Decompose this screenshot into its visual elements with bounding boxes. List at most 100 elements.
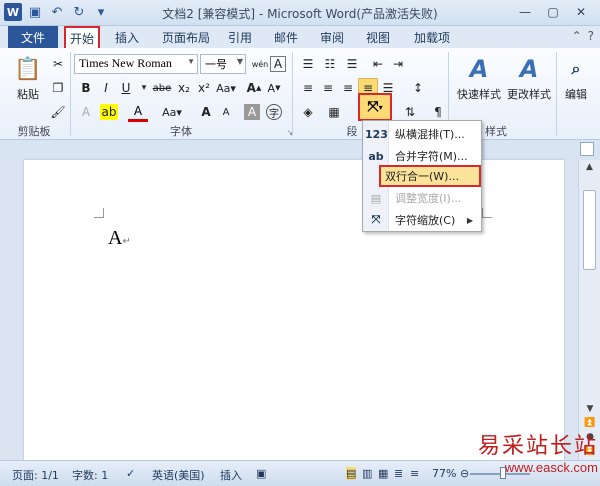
asian-layout-icon: ⤧ — [367, 99, 379, 115]
margin-corner-mark — [482, 208, 492, 218]
tab-home[interactable]: 开始 — [64, 26, 100, 48]
character-border-icon[interactable]: A — [270, 56, 286, 72]
copy-icon[interactable]: ❐ — [48, 78, 68, 98]
phonetic-guide-icon[interactable]: wén — [250, 54, 270, 74]
clipboard-icon: 📋 — [14, 56, 42, 82]
tab-insert[interactable]: 插入 — [108, 26, 146, 48]
scroll-up-icon[interactable]: ▲ — [580, 162, 600, 178]
strikethrough-icon[interactable]: abe — [150, 78, 174, 98]
insert-mode-indicator[interactable]: 插入 — [220, 467, 242, 483]
vertical-scrollbar[interactable]: ▲ ▼ ⏫ ● ⏬ — [578, 160, 600, 460]
enclose-characters-icon[interactable]: 字 — [266, 104, 282, 120]
site-watermark: 易采站长站 www.easck.com — [478, 428, 598, 475]
tab-view[interactable]: 视图 — [360, 26, 396, 48]
quick-styles-icon: A — [469, 55, 489, 83]
document-text[interactable]: A↵ — [108, 227, 131, 250]
print-layout-view-icon[interactable]: ▤ — [346, 467, 357, 480]
zoom-level[interactable]: 77% — [432, 467, 456, 480]
change-styles-button[interactable]: A 更改样式 — [504, 54, 554, 102]
decrease-indent-icon[interactable]: ⇤ — [368, 54, 388, 74]
menu-item-combine-characters[interactable]: ab 合并字符(M)... — [365, 145, 479, 167]
font-size-dropdown-icon[interactable]: Aa▾ — [160, 102, 184, 122]
grow-font-icon[interactable]: A ▲ — [244, 78, 264, 98]
outline-view-icon[interactable]: ≣ — [394, 467, 403, 480]
bold-icon[interactable]: B — [76, 78, 96, 98]
collapse-ribbon-icon[interactable]: ⌃ — [572, 29, 582, 43]
paragraph-group-label: 段 — [346, 125, 358, 138]
scroll-thumb[interactable] — [583, 190, 596, 270]
paste-button[interactable]: 📋 粘贴 — [10, 54, 46, 102]
change-styles-icon: A — [519, 55, 539, 83]
italic-icon[interactable]: I — [96, 78, 116, 98]
cut-icon[interactable]: ✂ — [48, 54, 68, 74]
paste-label: 粘贴 — [17, 88, 39, 101]
shrink-font-icon[interactable]: A ▼ — [264, 78, 284, 98]
font-name-select[interactable]: Times New Roman ▼ — [74, 54, 198, 74]
shrink-font-alt-icon[interactable]: A — [216, 102, 236, 122]
bullets-icon[interactable]: ☰ — [298, 54, 318, 74]
watermark-title: 易采站长站 — [477, 434, 598, 459]
highlight-color-icon[interactable]: ab — [100, 104, 118, 120]
underline-icon[interactable]: U — [116, 78, 136, 98]
subscript-icon[interactable]: x₂ — [174, 78, 194, 98]
menu-item-horizontal-in-vertical[interactable]: 123 纵横混排(T)... — [365, 123, 479, 145]
group-divider — [70, 52, 71, 136]
fit-text-icon: ▤ — [370, 191, 382, 205]
align-right-icon[interactable]: ≡ — [338, 78, 358, 98]
change-case-icon[interactable]: Aa▾ — [214, 78, 238, 98]
font-color-icon[interactable]: A — [128, 102, 148, 122]
show-marks-icon[interactable]: ¶ — [428, 102, 448, 122]
macro-record-icon[interactable]: ▣ — [256, 467, 266, 480]
character-shading-icon[interactable]: A — [244, 104, 260, 120]
binoculars-icon: ⌕ — [571, 59, 581, 78]
tab-addins[interactable]: 加载项 — [408, 26, 456, 48]
word-count[interactable]: 字数: 1 — [72, 467, 108, 483]
editing-button[interactable]: ⌕ 编辑 — [558, 54, 594, 102]
asian-layout-dropdown-icon: ▾ — [378, 102, 383, 112]
font-dialog-launcher-icon[interactable]: ↘ — [280, 122, 300, 142]
web-layout-icon[interactable]: ▦ — [378, 467, 388, 480]
line-spacing-icon[interactable]: ↕ — [408, 78, 428, 98]
help-icon[interactable]: ? — [588, 29, 594, 43]
grow-font-alt-icon[interactable]: A — [196, 102, 216, 122]
minimize-button[interactable]: — — [512, 3, 538, 21]
zoom-out-icon[interactable]: ⊖ — [460, 467, 469, 480]
menu-item-two-lines-in-one[interactable]: 双行合一(W)... — [379, 165, 481, 187]
increase-indent-icon[interactable]: ⇥ — [388, 54, 408, 74]
align-center-icon[interactable]: ≡ — [318, 78, 338, 98]
multilevel-list-icon[interactable]: ☰ — [342, 54, 362, 74]
document-page[interactable]: A↵ — [24, 160, 564, 460]
change-styles-label: 更改样式 — [507, 88, 551, 101]
sort-icon[interactable]: ⇅ — [400, 102, 420, 122]
superscript-icon[interactable]: x² — [194, 78, 214, 98]
borders-icon[interactable]: ▦ — [324, 102, 344, 122]
format-painter-icon[interactable]: 🖌 — [48, 102, 68, 122]
menu-item-label: 纵横混排(T)... — [395, 128, 465, 141]
tab-review[interactable]: 审阅 — [314, 26, 350, 48]
numbering-icon[interactable]: ☷ — [320, 54, 340, 74]
draft-view-icon[interactable]: ≡ — [410, 467, 419, 480]
menu-item-fit-text[interactable]: ▤ 调整宽度(I)... — [365, 187, 479, 209]
page-count[interactable]: 页面: 1/1 — [12, 467, 59, 483]
text-effects-icon[interactable]: A — [76, 102, 96, 122]
proofing-icon[interactable]: ✓ — [126, 467, 135, 480]
full-screen-reading-icon[interactable]: ▥ — [362, 467, 372, 480]
close-button[interactable]: ✕ — [568, 3, 594, 21]
font-size-select[interactable]: 一号 ▼ — [200, 54, 246, 74]
group-divider — [292, 52, 293, 136]
quick-styles-label: 快速样式 — [457, 88, 501, 101]
shading-icon[interactable]: ◈ — [298, 102, 318, 122]
tab-page-layout[interactable]: 页面布局 — [156, 26, 216, 48]
language-indicator[interactable]: 英语(美国) — [152, 467, 205, 483]
tab-mailings[interactable]: 邮件 — [268, 26, 304, 48]
align-left-icon[interactable]: ≡ — [298, 78, 318, 98]
quick-styles-button[interactable]: A 快速样式 — [454, 54, 504, 102]
tab-file[interactable]: 文件 — [8, 26, 58, 48]
scroll-down-icon[interactable]: ▼ — [579, 402, 600, 416]
ruler-toggle-icon[interactable] — [580, 142, 594, 156]
asian-layout-button[interactable]: ⤧ ▾ — [358, 93, 392, 121]
tab-references[interactable]: 引用 — [222, 26, 258, 48]
menu-item-label: 合并字符(M)... — [395, 150, 468, 163]
menu-item-character-scaling[interactable]: ⤧ 字符缩放(C) ▶ — [365, 209, 479, 231]
maximize-button[interactable]: ▢ — [540, 3, 566, 21]
